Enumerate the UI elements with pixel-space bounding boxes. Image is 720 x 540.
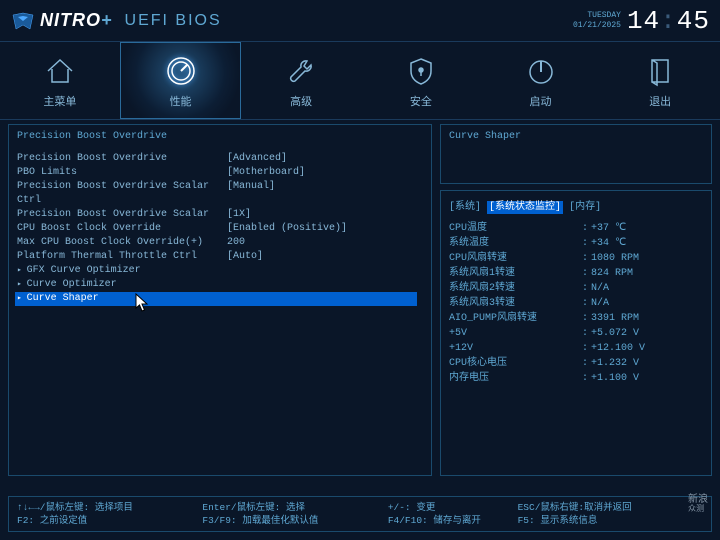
setting-row[interactable]: CPU Boost Clock Override[Enabled (Positi… xyxy=(17,222,423,236)
hint-f3f9: F3/F9: 加载最佳化默认值 xyxy=(202,514,387,527)
exit-icon xyxy=(642,53,678,89)
settings-panel: Precision Boost Overdrive Precision Boos… xyxy=(8,124,432,476)
nav-main-menu[interactable]: 主菜单 xyxy=(0,42,120,119)
submenu-gfx-curve-optimizer[interactable]: GFX Curve Optimizer xyxy=(17,264,423,278)
monitor-panel: [系统] [系统状态监控] [内存] CPU温度:+37 ℃系统温度:+34 ℃… xyxy=(440,190,712,476)
tab-system[interactable]: [系统] xyxy=(449,202,481,213)
monitor-row: 系统风扇3转速:N/A xyxy=(449,296,703,311)
hint-f2: F2: 之前设定值 xyxy=(17,514,202,527)
shield-icon xyxy=(403,53,439,89)
footer-hints: ↑↓←→/鼠标左键: 选择项目F2: 之前设定值 Enter/鼠标左键: 选择F… xyxy=(8,496,712,532)
submenu-curve-shaper[interactable]: Curve Shaper xyxy=(15,292,417,306)
monitor-row: 系统温度:+34 ℃ xyxy=(449,236,703,251)
hint-navigate: ↑↓←→/鼠标左键: 选择项目 xyxy=(17,501,202,514)
nav-performance[interactable]: 性能 xyxy=(120,42,242,119)
nav-exit[interactable]: 退出 xyxy=(600,42,720,119)
setting-row[interactable]: Precision Boost Overdrive Scalar[1X] xyxy=(17,208,423,222)
hint-enter: Enter/鼠标左键: 选择 xyxy=(202,501,387,514)
tab-system-monitor[interactable]: [系统状态监控] xyxy=(487,201,563,214)
submenu-curve-optimizer[interactable]: Curve Optimizer xyxy=(17,278,423,292)
monitor-tabs: [系统] [系统状态监控] [内存] xyxy=(449,197,703,213)
monitor-row: CPU核心电压:+1.232 V xyxy=(449,356,703,371)
home-icon xyxy=(42,53,78,89)
monitor-row: AIO_PUMP风扇转速:3391 RPM xyxy=(449,311,703,326)
date: 01/21/2025 xyxy=(573,21,621,31)
help-panel: Curve Shaper xyxy=(440,124,712,184)
monitor-row: 内存电压:+1.100 V xyxy=(449,371,703,386)
tab-memory[interactable]: [内存] xyxy=(569,202,601,213)
clock: 14:45 xyxy=(627,6,710,36)
nav-boot[interactable]: 启动 xyxy=(481,42,601,119)
datetime-display: TUESDAY 01/21/2025 14:45 xyxy=(573,6,710,36)
bios-label: UEFI BIOS xyxy=(125,12,222,30)
setting-row[interactable]: Max CPU Boost Clock Override(+)200 xyxy=(17,236,423,250)
main-nav: 主菜单 性能 高级 安全 启动 退出 xyxy=(0,42,720,120)
wrench-icon xyxy=(283,53,319,89)
hint-esc: ESC/鼠标右键:取消并返回 xyxy=(518,501,703,514)
monitor-row: 系统风扇1转速:824 RPM xyxy=(449,266,703,281)
watermark: 新浪众测 xyxy=(688,494,708,514)
section-title: Precision Boost Overdrive xyxy=(17,131,423,142)
nav-advanced[interactable]: 高级 xyxy=(241,42,361,119)
monitor-row: CPU温度:+37 ℃ xyxy=(449,221,703,236)
hint-f5: F5: 显示系统信息 xyxy=(518,514,703,527)
gauge-icon xyxy=(163,53,199,89)
setting-row[interactable]: PBO Limits[Motherboard] xyxy=(17,166,423,180)
setting-row[interactable]: Platform Thermal Throttle Ctrl[Auto] xyxy=(17,250,423,264)
setting-row[interactable]: Precision Boost Overdrive Scalar Ctrl[Ma… xyxy=(17,180,423,208)
hint-f4f10: F4/F10: 储存与离开 xyxy=(388,514,518,527)
sapphire-logo-icon xyxy=(10,11,36,31)
day-of-week: TUESDAY xyxy=(573,11,621,21)
nav-security[interactable]: 安全 xyxy=(361,42,481,119)
monitor-row: 系统风扇2转速:N/A xyxy=(449,281,703,296)
monitor-row: CPU风扇转速:1080 RPM xyxy=(449,251,703,266)
monitor-row: +5V:+5.072 V xyxy=(449,326,703,341)
brand-name: NITRO+ xyxy=(40,10,113,31)
help-title: Curve Shaper xyxy=(449,131,703,142)
power-icon xyxy=(523,53,559,89)
header: NITRO+ UEFI BIOS TUESDAY 01/21/2025 14:4… xyxy=(0,0,720,42)
setting-row[interactable]: Precision Boost Overdrive[Advanced] xyxy=(17,152,423,166)
brand-logo: NITRO+ UEFI BIOS xyxy=(10,10,222,31)
monitor-row: +12V:+12.100 V xyxy=(449,341,703,356)
hint-plusminus: +/-: 变更 xyxy=(388,501,518,514)
